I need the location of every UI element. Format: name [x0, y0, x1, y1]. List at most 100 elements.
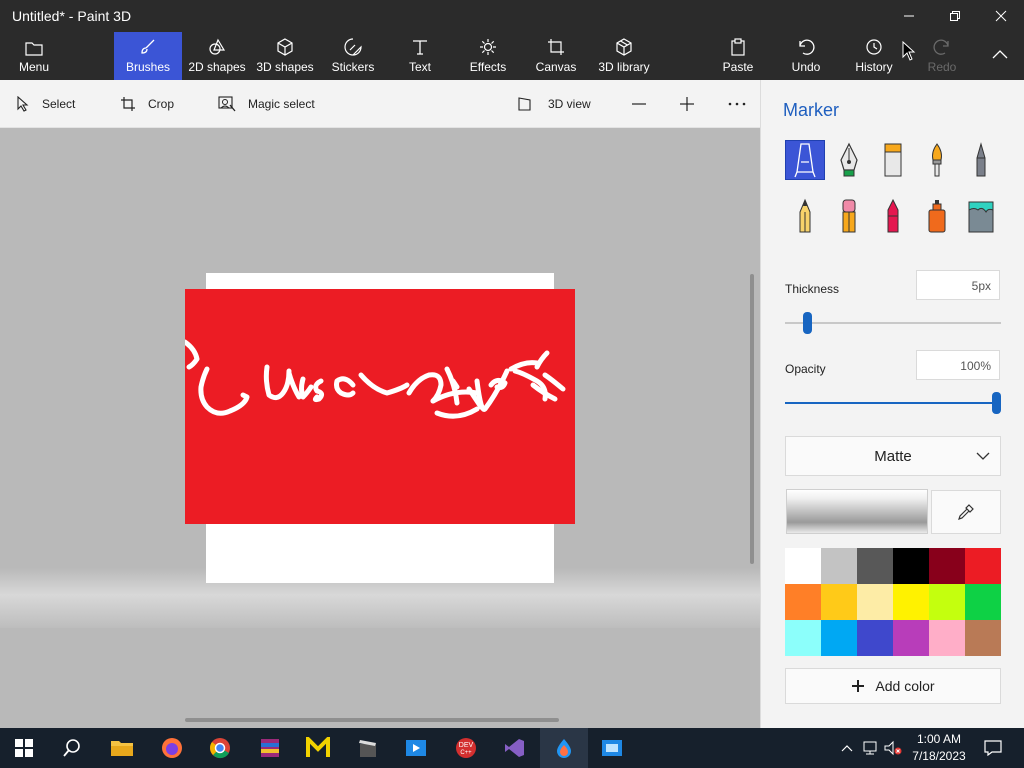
more-options-button[interactable]: [728, 80, 758, 128]
crayon-button[interactable]: [873, 196, 913, 236]
history-button[interactable]: History: [852, 32, 896, 80]
color-swatch[interactable]: [785, 620, 821, 656]
ribbon: Menu Brushes 2D shapes 3D shapes Sticker…: [0, 32, 1024, 80]
notifications-button[interactable]: [978, 728, 1008, 768]
paste-button[interactable]: Paste: [718, 32, 758, 80]
undo-button[interactable]: Undo: [786, 32, 826, 80]
show-hidden-icons-button[interactable]: [836, 728, 858, 768]
thickness-slider-track[interactable]: [785, 322, 1001, 324]
network-tray-icon[interactable]: [860, 728, 882, 768]
oil-brush-button[interactable]: [873, 140, 913, 180]
3d-view-icon: [518, 97, 531, 111]
finish-dropdown[interactable]: Matte: [785, 436, 1001, 476]
zoom-in-button[interactable]: [678, 80, 708, 128]
spray-can-button[interactable]: [917, 196, 957, 236]
color-swatch[interactable]: [893, 548, 929, 584]
fill-bucket-button[interactable]: [961, 196, 1001, 236]
color-swatch[interactable]: [929, 584, 965, 620]
vertical-scrollbar[interactable]: [750, 274, 754, 564]
select-tool-button[interactable]: Select: [16, 80, 75, 128]
tab-text[interactable]: Text: [398, 32, 442, 80]
color-swatch[interactable]: [893, 584, 929, 620]
redo-label: Redo: [927, 60, 957, 74]
color-swatch[interactable]: [857, 548, 893, 584]
tab-label: Effects: [469, 60, 507, 74]
opacity-slider-thumb[interactable]: [992, 392, 1001, 414]
thickness-slider-thumb[interactable]: [803, 312, 813, 334]
window-title: Untitled* - Paint 3D: [12, 8, 132, 24]
color-swatch[interactable]: [929, 620, 965, 656]
clock-time: 1:00 AM: [916, 732, 962, 746]
paint3d-taskbar-icon[interactable]: [540, 728, 588, 768]
firefox-taskbar-icon[interactable]: [148, 728, 196, 768]
color-swatch[interactable]: [857, 620, 893, 656]
start-button[interactable]: [0, 728, 48, 768]
color-swatch[interactable]: [821, 548, 857, 584]
tab-3d-shapes[interactable]: 3D shapes: [254, 32, 316, 80]
color-swatch[interactable]: [857, 584, 893, 620]
close-button[interactable]: [978, 0, 1024, 32]
app-m-taskbar-icon[interactable]: [294, 728, 342, 768]
pencil-button[interactable]: [785, 196, 825, 236]
color-swatch[interactable]: [785, 584, 821, 620]
text-icon: [413, 40, 427, 55]
play-icon: [406, 740, 426, 756]
tab-stickers[interactable]: Stickers: [326, 32, 380, 80]
menu-button[interactable]: Menu: [6, 32, 62, 80]
pixel-pen-button[interactable]: [961, 140, 1001, 180]
watercolor-brush-button[interactable]: [917, 140, 957, 180]
add-color-button[interactable]: Add color: [785, 668, 1001, 704]
opacity-input[interactable]: 100%: [916, 350, 1000, 380]
winrar-taskbar-icon[interactable]: [246, 728, 294, 768]
color-swatch[interactable]: [893, 620, 929, 656]
tab-2d-shapes[interactable]: 2D shapes: [186, 32, 248, 80]
horizontal-scrollbar[interactable]: [185, 718, 559, 722]
chrome-taskbar-icon[interactable]: [196, 728, 244, 768]
marker-brush-button[interactable]: [785, 140, 825, 180]
color-swatch[interactable]: [965, 620, 1001, 656]
color-swatch[interactable]: [821, 584, 857, 620]
redo-button[interactable]: Redo: [922, 32, 962, 80]
color-swatch[interactable]: [821, 620, 857, 656]
crop-icon: [121, 97, 135, 111]
eraser-button[interactable]: [829, 196, 869, 236]
photos-taskbar-icon[interactable]: [588, 728, 636, 768]
devcpp-taskbar-icon[interactable]: DEV C++: [442, 728, 490, 768]
scribble-drawing: [182, 289, 575, 524]
eyedropper-button[interactable]: [931, 490, 1001, 534]
visual-studio-taskbar-icon[interactable]: [490, 728, 538, 768]
restore-button[interactable]: [932, 0, 978, 32]
speaker-muted-icon: [884, 740, 902, 756]
color-swatch[interactable]: [929, 548, 965, 584]
crop-tool-button[interactable]: Crop: [120, 80, 174, 128]
zoom-out-button[interactable]: [630, 80, 660, 128]
volume-muted-tray-icon[interactable]: [882, 728, 904, 768]
brush-icon: [141, 39, 155, 54]
chevron-down-icon: [976, 452, 990, 460]
network-icon: [863, 741, 877, 755]
video-editor-taskbar-icon[interactable]: [344, 728, 392, 768]
canvas-workspace[interactable]: [0, 128, 760, 728]
collapse-ribbon-button[interactable]: [984, 32, 1016, 80]
opacity-slider-track[interactable]: [785, 402, 1001, 404]
red-rectangle-sticker[interactable]: [182, 289, 575, 524]
color-swatch[interactable]: [965, 548, 1001, 584]
color-swatch[interactable]: [965, 584, 1001, 620]
tab-label: Canvas: [535, 60, 577, 74]
media-player-taskbar-icon[interactable]: [392, 728, 440, 768]
color-swatch[interactable]: [785, 548, 821, 584]
3d-view-button[interactable]: 3D view: [518, 80, 591, 128]
tab-effects[interactable]: Effects: [464, 32, 512, 80]
clock[interactable]: 1:00 AM 7/18/2023: [904, 731, 974, 765]
svg-text:DEV: DEV: [459, 742, 474, 749]
tab-canvas[interactable]: Canvas: [532, 32, 580, 80]
file-explorer-taskbar-icon[interactable]: [98, 728, 146, 768]
minus-icon: [632, 103, 646, 105]
magic-select-button[interactable]: Magic select: [218, 80, 315, 128]
search-button[interactable]: [48, 728, 96, 768]
calligraphy-pen-button[interactable]: [829, 140, 869, 180]
tab-3d-library[interactable]: 3D library: [596, 32, 652, 80]
tab-brushes[interactable]: Brushes: [114, 32, 182, 80]
minimize-button[interactable]: [886, 0, 932, 32]
thickness-input[interactable]: 5px: [916, 270, 1000, 300]
